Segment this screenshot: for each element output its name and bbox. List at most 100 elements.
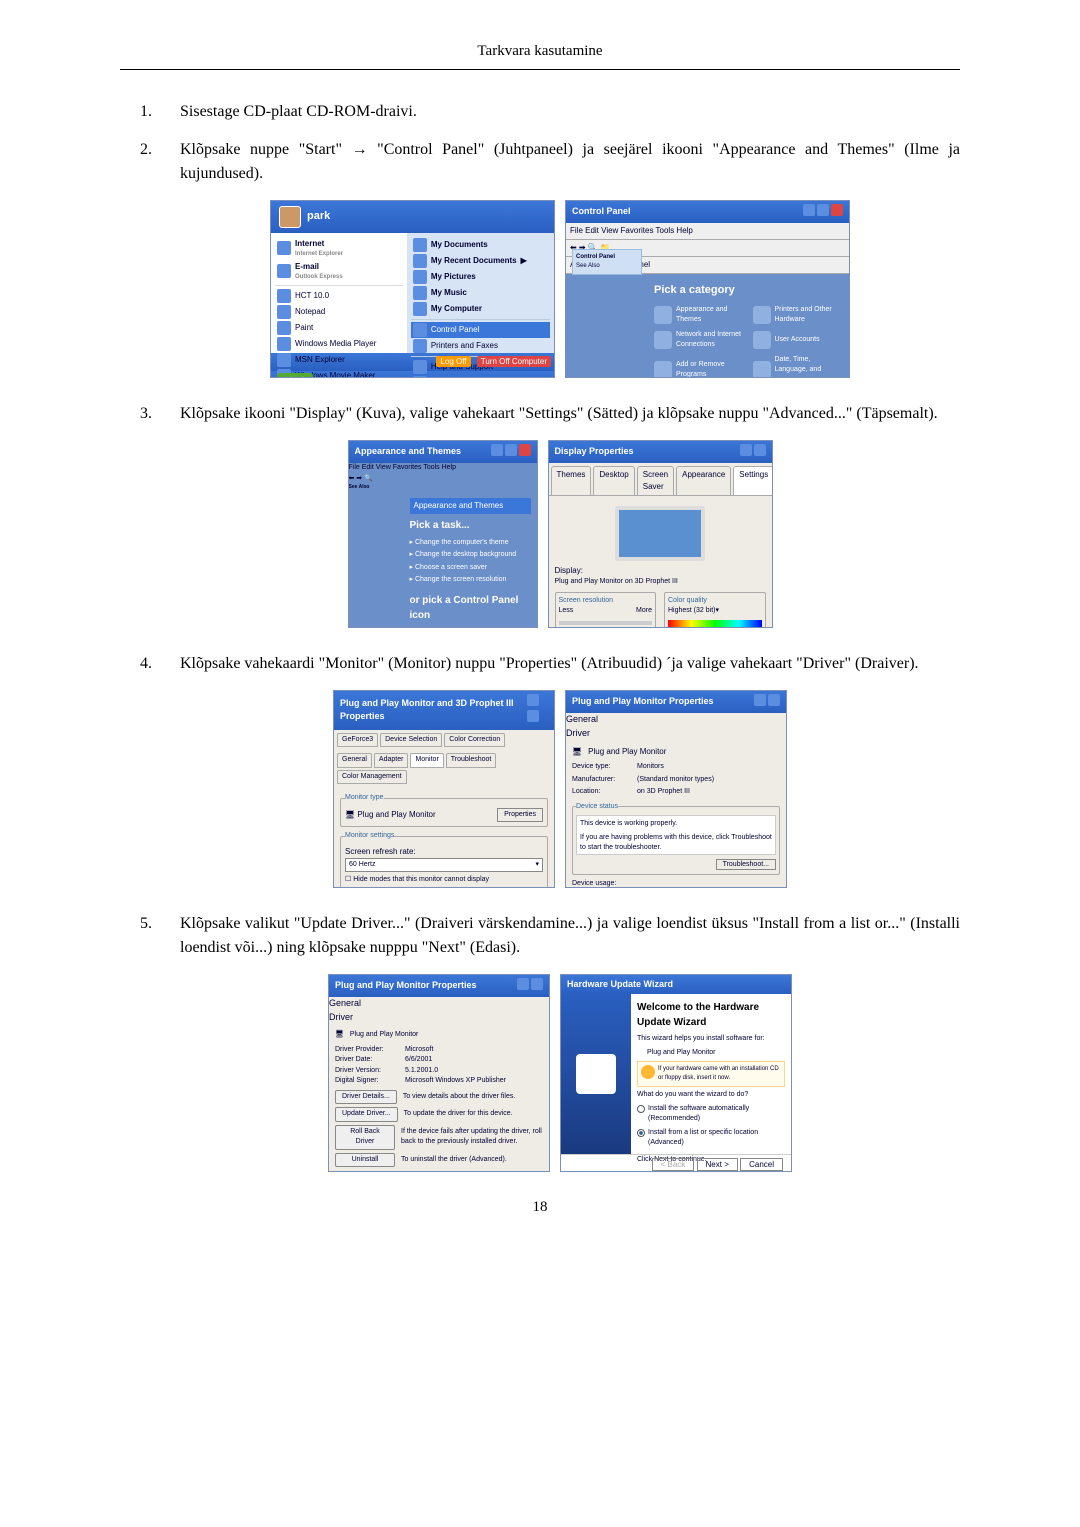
pick-category: Pick a category	[654, 282, 841, 299]
monprops-tabs-row1: GeForce3 Device Selection Color Correcti…	[334, 730, 554, 751]
printers-item[interactable]: Printers and Faxes	[411, 338, 550, 354]
msn-icon	[277, 353, 291, 367]
steps-list-3: 3.Klõpsake ikooni "Display" (Kuva), vali…	[120, 402, 960, 426]
cat-datetime[interactable]: Date, Time, Language, and Regional Optio…	[753, 355, 842, 378]
logoff-button[interactable]: Log Off	[436, 356, 470, 367]
display-icon-link[interactable]: 🖥 Display	[410, 627, 444, 628]
rollback-button[interactable]: Roll Back Driver	[335, 1125, 395, 1150]
resolution-slider[interactable]	[559, 621, 653, 625]
uninstall-button[interactable]: Uninstall	[335, 1153, 395, 1168]
wizard-icon	[576, 1054, 616, 1094]
start-button[interactable]: start	[277, 373, 313, 378]
start-item-wmp[interactable]: Windows Media Player	[275, 336, 403, 352]
start-item-paint[interactable]: Paint	[275, 320, 403, 336]
turnoff-button[interactable]: Turn Off Computer	[477, 356, 551, 367]
tab-desktop[interactable]: Desktop	[593, 466, 634, 495]
start-item-hct[interactable]: HCT 10.0	[275, 288, 403, 304]
my-computer[interactable]: My Computer	[411, 301, 550, 317]
monprops-tabs-row2: General Adapter Monitor Troubleshoot Col…	[334, 750, 554, 787]
start-item-msn[interactable]: MSN Explorer	[275, 352, 403, 368]
cd-icon	[641, 1065, 655, 1079]
side-panel: Control PanelSee Also	[572, 249, 642, 275]
tab-appearance[interactable]: Appearance	[676, 466, 731, 495]
color-box: Color quality Highest (32 bit)▾	[664, 592, 766, 628]
control-panel-item[interactable]: Control Panel	[411, 322, 550, 338]
wizard-welcome: Welcome to the Hardware Update Wizard	[637, 1000, 785, 1030]
menubar[interactable]: File Edit View Favorites Tools Help	[566, 223, 849, 240]
step4-images: Plug and Play Monitor and 3D Prophet III…	[120, 690, 960, 888]
cat-users[interactable]: User Accounts	[753, 330, 842, 351]
step2-images: park InternetInternet Explorer E-mailOut…	[120, 200, 960, 378]
tab-adapter[interactable]: Adapter	[374, 753, 409, 768]
tab-themes[interactable]: Themes	[551, 466, 592, 495]
tab-colormgmt[interactable]: Color Management	[337, 770, 407, 785]
my-pictures[interactable]: My Pictures	[411, 269, 550, 285]
color-select[interactable]: Highest (32 bit)▾	[668, 606, 762, 617]
opt-auto[interactable]: Install the software automatically (Reco…	[637, 1104, 785, 1125]
color-bar	[668, 620, 762, 628]
drvprops-titlebar: Plug and Play Monitor Properties	[566, 691, 786, 714]
opt-list[interactable]: Install from a list or specific location…	[637, 1128, 785, 1149]
cancel-button[interactable]: Cancel	[740, 1158, 783, 1171]
folder-icon	[413, 270, 427, 284]
task-theme[interactable]: ▸ Change the computer's theme	[410, 537, 531, 550]
dprops-tabs: Themes Desktop Screen Saver Appearance S…	[549, 463, 772, 496]
start-item-email[interactable]: E-mailOutlook Express	[275, 260, 403, 283]
step3-images: Appearance and Themes File Edit View Fav…	[120, 440, 960, 628]
cat-printers[interactable]: Printers and Other Hardware	[753, 305, 842, 326]
monitor-properties-screenshot: Plug and Play Monitor and 3D Prophet III…	[333, 690, 555, 888]
tab-device-sel[interactable]: Device Selection	[380, 733, 442, 748]
properties-button[interactable]: Properties	[497, 808, 543, 823]
folder-icon	[413, 254, 427, 268]
folder-options-link[interactable]: 📁 Folder Options	[451, 627, 508, 628]
tab-general2[interactable]: General	[566, 713, 786, 727]
device-status-group: Device status This device is working pro…	[572, 802, 780, 875]
help-icon	[413, 360, 427, 374]
driver-tab-screenshot: Plug and Play Monitor Properties General…	[328, 974, 550, 1172]
appth-toolbar[interactable]: File Edit View Favorites Tools Help	[349, 463, 537, 474]
tab-driver[interactable]: Driver	[566, 727, 786, 741]
drvprops-tabs: General Driver	[566, 713, 786, 740]
appth-nav[interactable]: ⬅ ➡ 🔍	[349, 474, 537, 485]
tab-color-corr[interactable]: Color Correction	[444, 733, 505, 748]
refresh-select[interactable]: 60 Hertz▾	[345, 858, 543, 873]
start-menu-user: park	[271, 201, 554, 233]
tab-general3[interactable]: General	[329, 997, 549, 1011]
driver-details-button[interactable]: Driver Details...	[335, 1090, 397, 1105]
tab-settings[interactable]: Settings	[733, 466, 772, 495]
task-saver[interactable]: ▸ Choose a screen saver	[410, 562, 531, 575]
status-box: This device is working properly. If you …	[576, 815, 776, 855]
start-item-internet[interactable]: InternetInternet Explorer	[275, 237, 403, 260]
task-bg[interactable]: ▸ Change the desktop background	[410, 549, 531, 562]
cat-network[interactable]: Network and Internet Connections	[654, 330, 743, 351]
troubleshoot-button2[interactable]: Troubleshoot...	[716, 859, 776, 870]
tab-saver[interactable]: Screen Saver	[637, 466, 674, 495]
appearance-themes-screenshot: Appearance and Themes File Edit View Fav…	[348, 440, 538, 628]
back-button[interactable]: < Back	[652, 1158, 695, 1171]
my-music[interactable]: My Music	[411, 285, 550, 301]
step-5: 5.Klõpsake valikut "Update Driver..." (D…	[140, 912, 960, 960]
hide-modes-check[interactable]: ☐ Hide modes that this monitor cannot di…	[345, 875, 543, 886]
tab-troubleshoot[interactable]: Troubleshoot	[446, 753, 497, 768]
next-button[interactable]: Next >	[697, 1158, 738, 1171]
mail-icon	[277, 264, 291, 278]
tab-general[interactable]: General	[337, 753, 372, 768]
my-documents[interactable]: My Documents	[411, 237, 550, 253]
tab-geforce[interactable]: GeForce3	[337, 733, 378, 748]
my-recent[interactable]: My Recent Documents ▶	[411, 253, 550, 269]
cat-addremove[interactable]: Add or Remove Programs	[654, 355, 743, 378]
start-item-notepad[interactable]: Notepad	[275, 304, 403, 320]
task-res[interactable]: ▸ Change the screen resolution	[410, 574, 531, 587]
update-driver-button[interactable]: Update Driver...	[335, 1107, 398, 1122]
page-header: Tarkvara kasutamine	[120, 40, 960, 70]
tab-driver2[interactable]: Driver	[329, 1011, 549, 1025]
device-name: Plug and Play Monitor	[588, 746, 666, 758]
cat-appearance[interactable]: Appearance and Themes	[654, 305, 743, 326]
wmp-icon	[277, 337, 291, 351]
start-menu-right: My Documents My Recent Documents ▶ My Pi…	[407, 233, 554, 353]
window-controls[interactable]	[801, 204, 843, 221]
appth-side: See Also	[349, 484, 399, 492]
tab-monitor[interactable]: Monitor	[410, 753, 443, 768]
user-avatar	[279, 206, 301, 228]
steps-list: 1.Sisestage CD-plaat CD-ROM-draivi. 2.Kl…	[120, 100, 960, 186]
